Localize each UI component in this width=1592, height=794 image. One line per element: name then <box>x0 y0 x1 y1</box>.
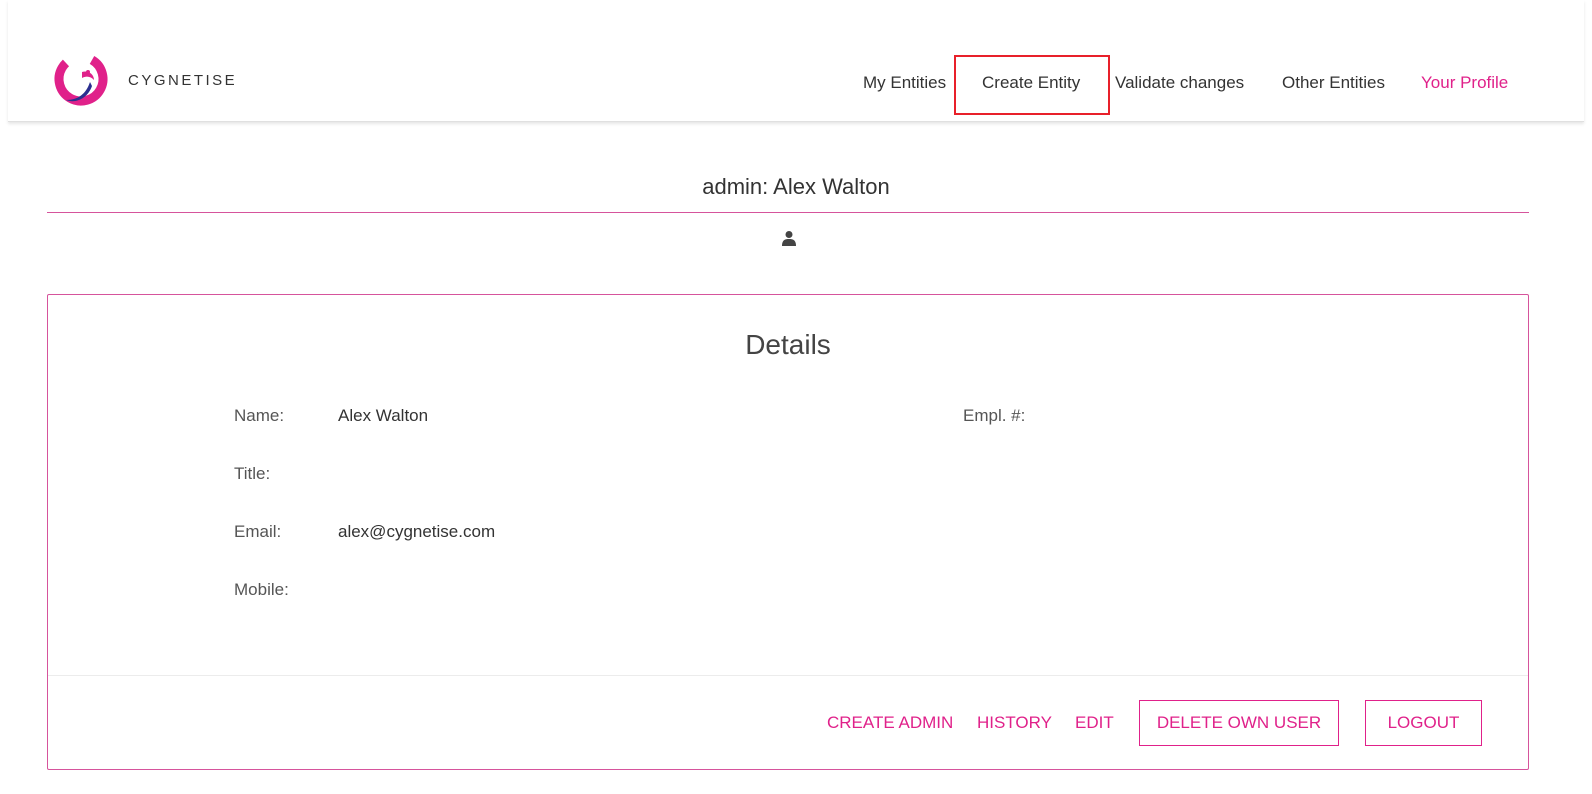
top-header: CYGNETISE My Entities Create Entity Vali… <box>8 0 1584 122</box>
mobile-label: Mobile: <box>234 580 289 599</box>
create-admin-button[interactable]: CREATE ADMIN <box>827 713 953 733</box>
history-button[interactable]: HISTORY <box>977 713 1052 733</box>
logout-button[interactable]: LOGOUT <box>1365 700 1482 746</box>
nav-other-entities[interactable]: Other Entities <box>1282 73 1385 93</box>
empl-number-label: Empl. #: <box>963 406 1026 425</box>
nav-validate-changes[interactable]: Validate changes <box>1115 73 1244 93</box>
nav-your-profile[interactable]: Your Profile <box>1421 73 1508 93</box>
card-divider <box>48 675 1528 676</box>
title-divider <box>47 212 1529 213</box>
delete-own-user-button[interactable]: DELETE OWN USER <box>1139 700 1339 746</box>
email-value: alex@cygnetise.com <box>338 522 496 541</box>
name-value: Alex Walton <box>338 406 429 425</box>
page-title: admin: Alex Walton <box>702 174 890 199</box>
nav-create-entity[interactable]: Create Entity <box>982 73 1080 93</box>
nav-my-entities[interactable]: My Entities <box>863 73 946 93</box>
title-label: Title: <box>234 464 271 483</box>
details-card: Details Name: Alex Walton Empl. #: Title… <box>47 294 1529 770</box>
main-nav: My Entities Create Entity Validate chang… <box>8 55 1584 115</box>
user-icon <box>782 230 796 246</box>
email-label: Email: <box>234 522 282 541</box>
edit-button[interactable]: EDIT <box>1075 713 1114 733</box>
details-heading: Details <box>745 329 831 360</box>
name-label: Name: <box>234 406 285 425</box>
app: CYGNETISE My Entities Create Entity Vali… <box>0 0 1592 794</box>
